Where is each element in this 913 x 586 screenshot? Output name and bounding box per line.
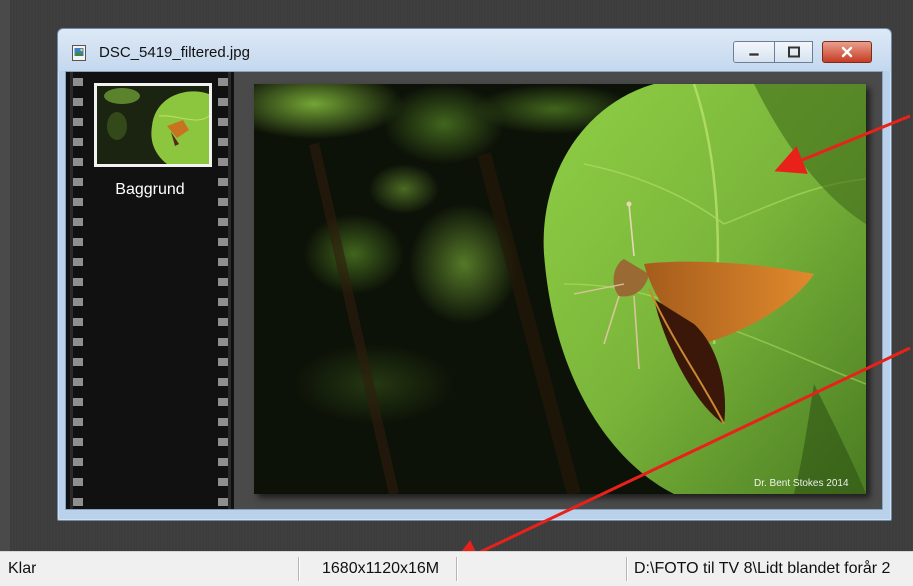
- image-view-area: Baggrund Dr. Bent Stokes 2014: [65, 71, 883, 510]
- status-divider: [456, 557, 457, 581]
- filmstrip-edge: [228, 72, 231, 509]
- filmstrip-perforations: [218, 72, 228, 509]
- minimize-button[interactable]: [733, 41, 775, 63]
- thumbnail-image: [97, 86, 209, 164]
- layer-thumbnail[interactable]: [94, 83, 212, 167]
- filmstrip-perforations: [73, 72, 83, 509]
- title-bar[interactable]: DSC_5419_filtered.jpg: [58, 29, 891, 71]
- status-text: Klar: [8, 560, 37, 577]
- maximize-icon: [787, 46, 800, 58]
- status-bar: Klar 1680x1120x16M D:\FOTO til TV 8\Lidt…: [0, 551, 913, 586]
- image-window[interactable]: DSC_5419_filtered.jpg Baggrund Dr. Bent …: [57, 28, 892, 521]
- minimize-icon: [748, 52, 760, 57]
- layer-filmstrip: Baggrund: [66, 72, 234, 509]
- close-icon: [841, 46, 853, 58]
- main-photo[interactable]: Dr. Bent Stokes 2014: [254, 84, 866, 494]
- status-divider: [298, 557, 299, 581]
- photo-image: Dr. Bent Stokes 2014: [254, 84, 866, 494]
- image-dimensions: 1680x1120x16M: [322, 560, 440, 577]
- image-file-icon: [72, 45, 86, 61]
- photo-watermark: Dr. Bent Stokes 2014: [754, 478, 849, 489]
- maximize-button[interactable]: [775, 41, 813, 63]
- layer-label: Baggrund: [115, 181, 185, 198]
- window-title: DSC_5419_filtered.jpg: [99, 44, 250, 61]
- status-divider: [626, 557, 627, 581]
- file-path: D:\FOTO til TV 8\Lidt blandet forår 2: [634, 560, 891, 577]
- workspace-edge: [0, 0, 10, 551]
- close-button[interactable]: [822, 41, 872, 63]
